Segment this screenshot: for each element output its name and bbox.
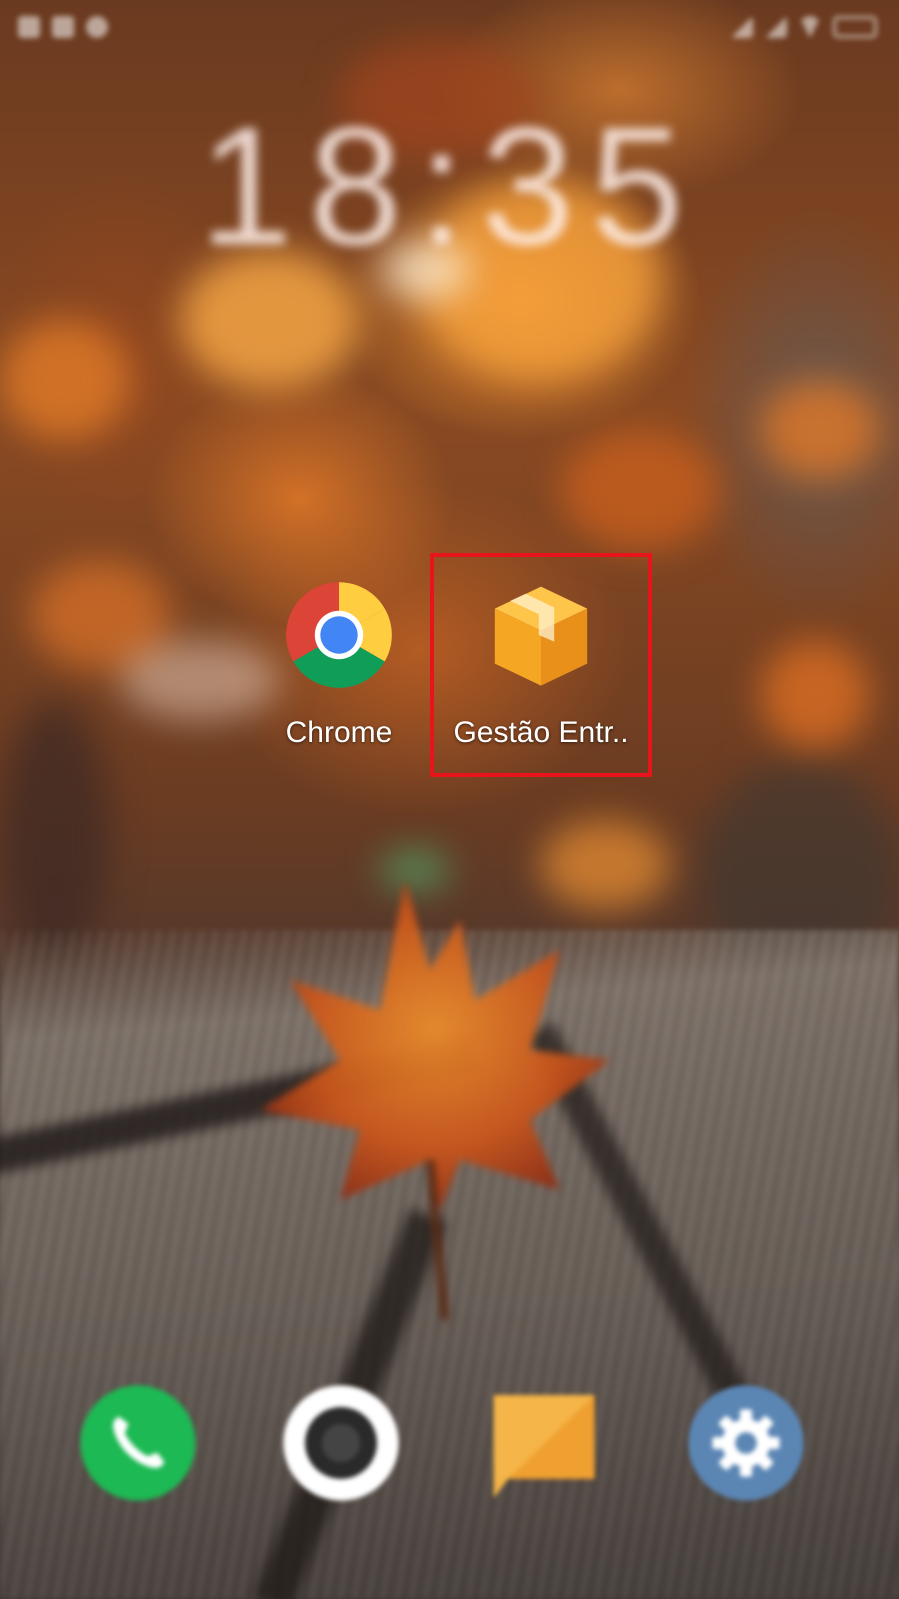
status-bar xyxy=(0,0,899,60)
dock-camera-button[interactable] xyxy=(281,1383,401,1503)
gear-icon xyxy=(688,1385,804,1501)
highlight-box xyxy=(430,553,652,777)
dock-phone-button[interactable] xyxy=(78,1383,198,1503)
dock-settings-button[interactable] xyxy=(686,1383,806,1503)
signal-icon xyxy=(731,16,753,38)
signal-icon xyxy=(765,16,787,38)
camera-icon xyxy=(283,1385,399,1501)
wifi-icon xyxy=(799,16,821,38)
maple-leaf-image xyxy=(260,880,610,1320)
dock-messages-button[interactable] xyxy=(484,1383,604,1503)
notification-icon xyxy=(52,16,74,38)
app-label-chrome: Chrome xyxy=(285,716,393,749)
chrome-icon xyxy=(284,580,394,690)
notification-icon xyxy=(18,16,40,38)
message-icon xyxy=(493,1395,595,1499)
notification-icon xyxy=(86,16,108,38)
battery-icon xyxy=(833,16,877,38)
clock-widget[interactable]: 18:35 xyxy=(0,90,899,283)
phone-icon xyxy=(80,1385,196,1501)
app-icon-chrome[interactable]: Chrome xyxy=(239,560,439,760)
